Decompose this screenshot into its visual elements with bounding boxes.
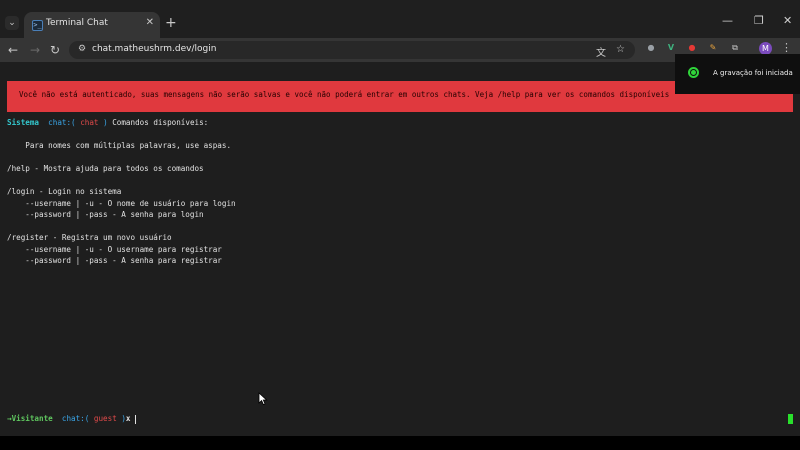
new-tab-button[interactable]: + (165, 15, 177, 31)
help-line: Para nomes com múltiplas palavras, use a… (7, 141, 232, 150)
site-info-icon[interactable]: ⚙ (78, 44, 86, 54)
prompt-chat-name: guest (93, 414, 117, 423)
tab-search-button[interactable]: ⌄ (5, 16, 19, 30)
url-text[interactable]: chat.matheushrm.dev/login (92, 44, 216, 54)
extension-red-icon[interactable]: ● (686, 42, 698, 54)
prompt-symbol: x (125, 414, 131, 423)
terminal-favicon-icon: >_ (32, 20, 43, 31)
recording-toast-text: A gravação foi iniciada (713, 69, 793, 77)
help-line: /register - Registra um novo usuário (7, 233, 172, 242)
prompt-line[interactable]: →Visitante chat:( guest )x (7, 414, 136, 424)
mouse-pointer-icon (258, 392, 268, 406)
system-message-text: Comandos disponíveis: (112, 118, 209, 127)
recording-toast: A gravação foi iniciada (675, 54, 800, 94)
help-line: --username | -u - O nome de usuário para… (7, 198, 236, 208)
minimize-button[interactable]: — (722, 14, 733, 27)
tab-bar: ⌄ >_ Terminal Chat ✕ + — ❐ ✕ (0, 0, 800, 38)
vue-devtools-icon[interactable]: V (665, 42, 677, 54)
prompt-chat-prefix: chat:( (61, 414, 90, 423)
maximize-button[interactable]: ❐ (754, 14, 764, 27)
browser-menu-icon[interactable]: ⋮ (781, 41, 792, 54)
system-chat-name: chat (80, 118, 99, 127)
system-chat-prefix: chat:( (48, 118, 76, 127)
recording-dot-icon (691, 70, 696, 75)
system-sender: Sistema (7, 118, 40, 127)
system-message-line: Sistema chat:( chat ) Comandos disponíve… (7, 118, 208, 128)
translate-icon[interactable]: 文 (596, 44, 606, 59)
bookmark-star-icon[interactable]: ☆ (616, 44, 625, 55)
address-bar[interactable]: ⚙ chat.matheushrm.dev/login 文 ☆ (69, 41, 635, 59)
back-button[interactable]: ← (8, 42, 18, 58)
help-line: --username | -u - O username para regist… (7, 244, 222, 254)
tab-terminal-chat[interactable]: >_ Terminal Chat ✕ (24, 12, 160, 38)
help-line: --password | -pass - A senha para regist… (7, 256, 222, 265)
extension-1-icon[interactable]: ● (645, 42, 657, 54)
system-chat-suffix: ) (103, 118, 108, 127)
tab-title: Terminal Chat (46, 18, 108, 28)
text-caret (134, 414, 136, 424)
help-line: --password | -pass - A senha para login (7, 210, 204, 219)
bottom-strip (0, 436, 800, 450)
help-line: /help - Mostra ajuda para todos os coman… (7, 164, 204, 173)
status-indicator (788, 414, 793, 424)
prompt-user: Visitante (11, 414, 53, 423)
help-line: /login - Login no sistema (7, 187, 122, 196)
pen-extension-icon[interactable]: ✎ (707, 42, 719, 54)
tab-close-icon[interactable]: ✕ (146, 17, 154, 28)
auth-warning-text: Você não está autenticado, suas mensagen… (19, 90, 670, 99)
terminal-page: Você não está autenticado, suas mensagen… (0, 62, 800, 436)
puzzle-icon[interactable]: ⧉ (729, 42, 741, 54)
reload-button[interactable]: ↻ (50, 42, 60, 58)
forward-button[interactable]: → (30, 42, 40, 58)
close-window-button[interactable]: ✕ (783, 14, 792, 27)
